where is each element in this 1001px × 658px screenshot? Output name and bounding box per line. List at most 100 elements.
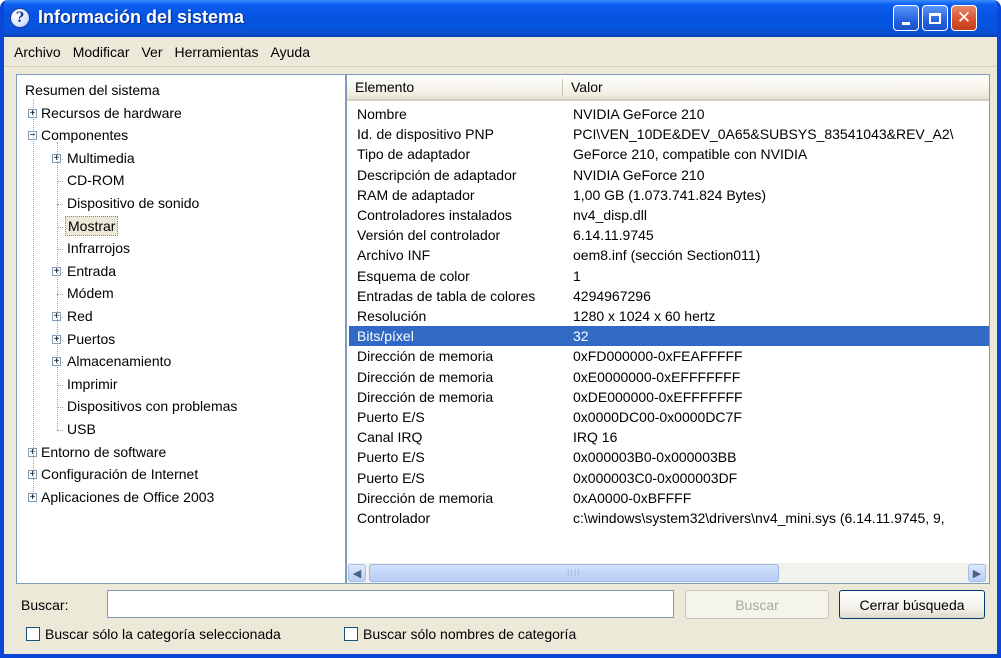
cell-valor: IRQ 16 <box>573 429 618 446</box>
cell-elemento: Id. de dispositivo PNP <box>357 126 494 143</box>
search-selected-category-option[interactable]: Buscar sólo la categoría seleccionada <box>26 626 281 642</box>
tree-item[interactable]: Entrada <box>65 262 118 284</box>
table-row[interactable]: Archivo INF oem8.inf (sección Section011) <box>349 245 989 265</box>
tree-connector <box>57 430 63 431</box>
tree-item[interactable]: Infrarrojos <box>65 239 132 261</box>
cell-valor: 4294967296 <box>573 287 651 304</box>
maximize-button[interactable] <box>922 5 948 31</box>
cell-valor: 0x0000DC00-0x0000DC7F <box>573 409 742 425</box>
tree-item-label: Aplicaciones de Office 2003 <box>41 488 215 505</box>
tree-item[interactable]: Módem <box>65 284 116 306</box>
tree-item[interactable]: Entorno de software <box>39 443 168 465</box>
cell-elemento: Archivo INF <box>357 247 431 264</box>
table-row[interactable]: Dirección de memoria 0xFD000000-0xFEAFFFF… <box>349 346 989 366</box>
table-row[interactable]: Canal IRQ IRQ 16 <box>349 427 989 447</box>
cell-elemento: Esquema de color <box>357 267 470 284</box>
tree-item[interactable]: Configuración de Internet <box>39 465 200 487</box>
tree-connector <box>33 99 34 498</box>
cell-valor: oem8.inf (sección Section011) <box>573 247 761 264</box>
scroll-right-button[interactable]: ▶ <box>968 564 986 582</box>
menu-herramientas[interactable]: Herramientas <box>169 44 265 60</box>
tree-item[interactable]: Recursos de hardware <box>39 104 184 126</box>
column-header-valor[interactable]: Valor <box>563 75 983 99</box>
search-category-names-option[interactable]: Buscar sólo nombres de categoría <box>344 626 576 642</box>
cell-valor: 0xDE000000-0xEFFFFFFF <box>573 388 743 405</box>
tree-item[interactable]: Dispositivos con problemas <box>65 397 239 419</box>
tree-item[interactable]: USB <box>65 420 98 442</box>
checkbox-label: Buscar sólo nombres de categoría <box>363 626 577 642</box>
tree-item-label: Multimedia <box>67 149 135 166</box>
search-label: Buscar: <box>21 597 69 613</box>
close-search-button[interactable]: Cerrar búsqueda <box>839 590 985 619</box>
scroll-left-button[interactable]: ◀ <box>348 564 366 582</box>
tree-item[interactable]: Multimedia <box>65 149 137 171</box>
find-button[interactable]: Buscar <box>685 590 829 619</box>
help-info-icon: ? <box>10 8 30 28</box>
tree-item[interactable]: Resumen del sistema <box>23 81 162 103</box>
table-row[interactable]: Entradas de tabla de colores 4294967296 <box>349 286 989 306</box>
tree-item[interactable]: Dispositivo de sonido <box>65 194 201 216</box>
tree-item-label: Puertos <box>67 330 116 347</box>
checkbox-label: Buscar sólo la categoría seleccionada <box>45 626 281 642</box>
menu-ayuda[interactable]: Ayuda <box>265 44 316 60</box>
table-row[interactable]: Controlador c:\windows\system32\drivers\n… <box>349 508 989 528</box>
table-row[interactable]: Puerto E/S 0x000003B0-0x000003BB <box>349 447 989 467</box>
cell-valor: 1,00 GB (1.073.741.824 Bytes) <box>573 186 767 203</box>
table-row[interactable]: Resolución 1280 x 1024 x 60 hertz <box>349 306 989 326</box>
cell-elemento: Versión del controlador <box>357 227 501 244</box>
cell-valor: GeForce 210, compatible con NVIDIA <box>573 146 808 163</box>
cell-valor: c:\windows\system32\drivers\nv4_mini.sys… <box>573 510 945 526</box>
table-row[interactable]: Dirección de memoria 0xE0000000-0xEFFFFFF… <box>349 367 989 387</box>
tree-item-label: Almacenamiento <box>67 353 172 370</box>
tree-item[interactable]: Red <box>65 307 95 329</box>
table-row[interactable]: Versión del controlador 6.14.11.9745 <box>349 225 989 245</box>
close-button[interactable]: ✕ <box>951 5 977 31</box>
cell-elemento: Puerto E/S <box>357 449 425 466</box>
cell-elemento: Controlador <box>357 510 431 526</box>
tree-item[interactable]: CD-ROM <box>65 171 127 193</box>
cell-elemento: Resolución <box>357 308 427 324</box>
table-row[interactable]: Nombre NVIDIA GeForce 210 <box>349 104 989 124</box>
cell-elemento: Puerto E/S <box>357 409 425 425</box>
menu-ver[interactable]: Ver <box>135 44 168 60</box>
table-row[interactable]: Puerto E/S 0x0000DC00-0x0000DC7F <box>349 407 989 427</box>
cell-elemento: Dirección de memoria <box>357 388 494 405</box>
checkbox[interactable] <box>26 627 40 641</box>
column-header-elemento[interactable]: Elemento <box>347 75 557 99</box>
cell-valor: 0xFD000000-0xFEAFFFFF <box>573 348 743 365</box>
table-row[interactable]: RAM de adaptador 1,00 GB (1.073.741.824 B… <box>349 185 989 205</box>
cell-elemento: Tipo de adaptador <box>357 146 471 163</box>
cell-valor: 1 <box>573 267 581 284</box>
table-row[interactable]: Puerto E/S 0x000003C0-0x000003DF <box>349 468 989 488</box>
cell-valor: NVIDIA GeForce 210 <box>573 106 705 122</box>
category-tree[interactable]: Resumen del sistema Recursos de hardware +… <box>16 74 346 584</box>
tree-item[interactable]: Aplicaciones de Office 2003 <box>39 488 216 510</box>
table-row[interactable]: Esquema de color 1 <box>349 266 989 286</box>
tree-item[interactable]: Componentes <box>39 126 130 148</box>
tree-item[interactable]: Mostrar <box>65 215 119 239</box>
horizontal-scrollbar[interactable]: ◀ IIII ▶ <box>347 563 989 583</box>
menu-modificar[interactable]: Modificar <box>67 44 136 60</box>
tree-item-label: Entrada <box>67 262 117 279</box>
tree-item[interactable]: Imprimir <box>65 375 120 397</box>
table-row[interactable]: Descripción de adaptador NVIDIA GeForce 2… <box>349 165 989 185</box>
checkbox[interactable] <box>344 627 358 641</box>
table-row[interactable]: Bits/píxel 32 <box>349 326 989 347</box>
tree-item-label: Infrarrojos <box>67 240 131 257</box>
cell-elemento: Nombre <box>357 106 407 122</box>
table-row[interactable]: Dirección de memoria 0xDE000000-0xEFFFFFF… <box>349 387 989 407</box>
table-row[interactable]: Id. de dispositivo PNP PCI\VEN_10DE&DEV_0… <box>349 124 989 144</box>
table-row[interactable]: Dirección de memoria 0xA0000-0xBFFFF <box>349 488 989 508</box>
scroll-thumb[interactable]: IIII <box>369 564 779 582</box>
table-row[interactable]: Tipo de adaptador GeForce 210, compatible… <box>349 144 989 164</box>
details-list[interactable]: Elemento Valor Nombre NVIDIA GeForce 210 I… <box>346 74 990 584</box>
tree-item-label: Dispositivo de sonido <box>67 195 200 211</box>
title-bar[interactable]: ? Información del sistema ✕ <box>4 0 997 37</box>
tree-item[interactable]: Almacenamiento <box>65 352 173 374</box>
minimize-icon <box>894 6 918 30</box>
table-row[interactable]: Controladores instalados nv4_disp.dll <box>349 205 989 225</box>
minimize-button[interactable] <box>893 5 919 31</box>
menu-archivo[interactable]: Archivo <box>8 44 67 60</box>
search-input[interactable] <box>107 590 674 618</box>
tree-item[interactable]: Puertos <box>65 330 117 352</box>
